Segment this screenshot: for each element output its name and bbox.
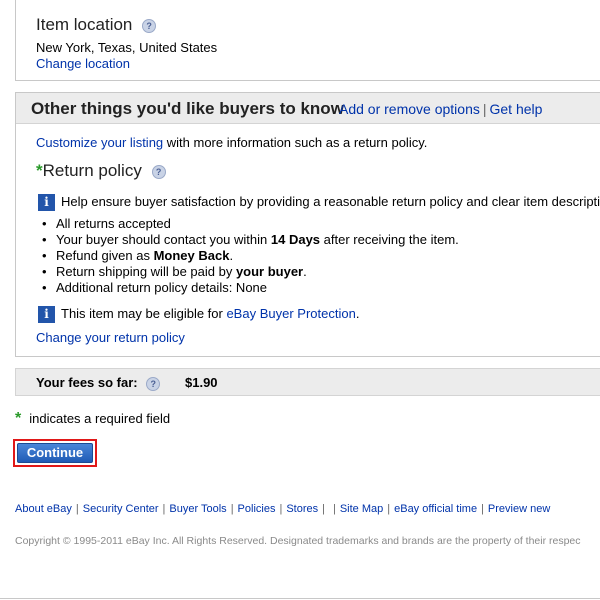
required-field-text: indicates a required field [29, 411, 171, 426]
return-policy-info-text: Help ensure buyer satisfaction by provid… [61, 194, 600, 209]
list-item: Return shipping will be paid by your buy… [42, 264, 459, 280]
fees-value: $1.90 [185, 375, 218, 390]
footer-separator: | [162, 503, 166, 515]
refund-text-end: . [229, 248, 234, 263]
continue-button[interactable]: Continue [17, 443, 93, 463]
list-item: Additional return policy details: None [42, 280, 459, 296]
shipping-text: Return shipping will be paid by [56, 264, 236, 279]
footer-link-buyer-tools[interactable]: Buyer Tools [169, 503, 226, 515]
footer-link-about[interactable]: About eBay [15, 503, 72, 515]
item-location-section: Item location ? New York, Texas, United … [15, 0, 600, 81]
list-item: All returns accepted [42, 216, 459, 232]
question-help-icon[interactable]: ? [151, 164, 166, 179]
footer-separator: | [481, 503, 484, 515]
return-policy-title: Return policy [42, 161, 142, 180]
link-separator: | [482, 101, 487, 117]
return-accepted-text: All returns accepted [56, 216, 171, 231]
refund-type: Money Back [153, 248, 230, 263]
required-star: * [15, 410, 22, 427]
shipping-payer: your buyer [235, 264, 304, 279]
return-policy-list: All returns accepted Your buyer should c… [42, 216, 459, 296]
contact-days: 14 Days [270, 232, 321, 247]
other-things-header-links: Add or remove options | Get help [339, 101, 542, 117]
additional-details-text: Additional return policy details: None [56, 280, 268, 295]
footer-link-stores[interactable]: Stores [286, 503, 318, 515]
change-location-link[interactable]: Change location [36, 56, 130, 71]
get-help-link[interactable]: Get help [490, 101, 543, 117]
buyer-protection-text: This item may be eligible for [61, 306, 227, 321]
customize-listing-text: with more information such as a return p… [163, 135, 428, 150]
footer-link-security-center[interactable]: Security Center [83, 503, 159, 515]
list-item: Refund given as Money Back. [42, 248, 459, 264]
item-location-value: New York, Texas, United States [36, 40, 218, 55]
item-location-heading: Item location ? [36, 15, 157, 35]
contact-text-end: after receiving the item. [320, 232, 459, 247]
customize-listing-line: Customize your listing with more informa… [36, 135, 427, 150]
change-return-policy-link[interactable]: Change your return policy [36, 330, 185, 345]
buyer-protection-info: i This item may be eligible for eBay Buye… [38, 306, 360, 324]
copyright-text: Copyright © 1995-2011 eBay Inc. All Righ… [15, 535, 581, 547]
footer-link-site-map[interactable]: Site Map [340, 503, 383, 515]
buyer-protection-text-end: . [355, 306, 360, 321]
footer-separator: | [387, 503, 391, 515]
required-star: * [36, 161, 43, 180]
footer-separator: | [75, 503, 79, 515]
fees-label-text: Your fees so far: [36, 375, 138, 390]
buyer-protection-link[interactable]: eBay Buyer Protection [226, 306, 355, 321]
return-policy-heading: *Return policy ? [36, 161, 166, 181]
item-location-title: Item location [36, 15, 133, 34]
info-icon: i [38, 194, 55, 212]
fees-bar: Your fees so far: ? $1.90 [15, 368, 600, 396]
list-item: Your buyer should contact you within 14 … [42, 232, 459, 248]
bottom-divider [0, 598, 600, 599]
required-field-note: * indicates a required field [15, 410, 170, 428]
other-things-title: Other things you'd like buyers to know [31, 99, 344, 118]
customize-listing-link[interactable]: Customize your listing [36, 135, 163, 150]
footer-link-policies[interactable]: Policies [238, 503, 276, 515]
footer-link-official-time[interactable]: eBay official time [394, 503, 477, 515]
shipping-text-end: . [303, 264, 307, 279]
refund-text: Refund given as [56, 248, 154, 263]
footer-separator: | [332, 503, 336, 515]
other-things-header: Other things you'd like buyers to know A… [16, 93, 600, 124]
continue-button-highlight: Continue [13, 439, 97, 467]
contact-text: Your buyer should contact you within [56, 232, 271, 247]
return-policy-info: i Help ensure buyer satisfaction by provi… [38, 194, 600, 212]
footer-separator: | [322, 503, 325, 515]
info-icon: i [38, 306, 55, 324]
question-help-icon[interactable]: ? [142, 18, 157, 33]
other-things-section: Other things you'd like buyers to know A… [15, 92, 600, 357]
add-remove-options-link[interactable]: Add or remove options [339, 101, 480, 117]
footer-separator: | [230, 503, 234, 515]
fees-label: Your fees so far: ? [36, 375, 161, 391]
footer-links: About eBay | Security Center | Buyer Tools | P… [15, 503, 550, 515]
question-help-icon[interactable]: ? [146, 376, 161, 391]
footer-separator: | [279, 503, 283, 515]
footer-link-preview-new[interactable]: Preview new [488, 503, 550, 515]
